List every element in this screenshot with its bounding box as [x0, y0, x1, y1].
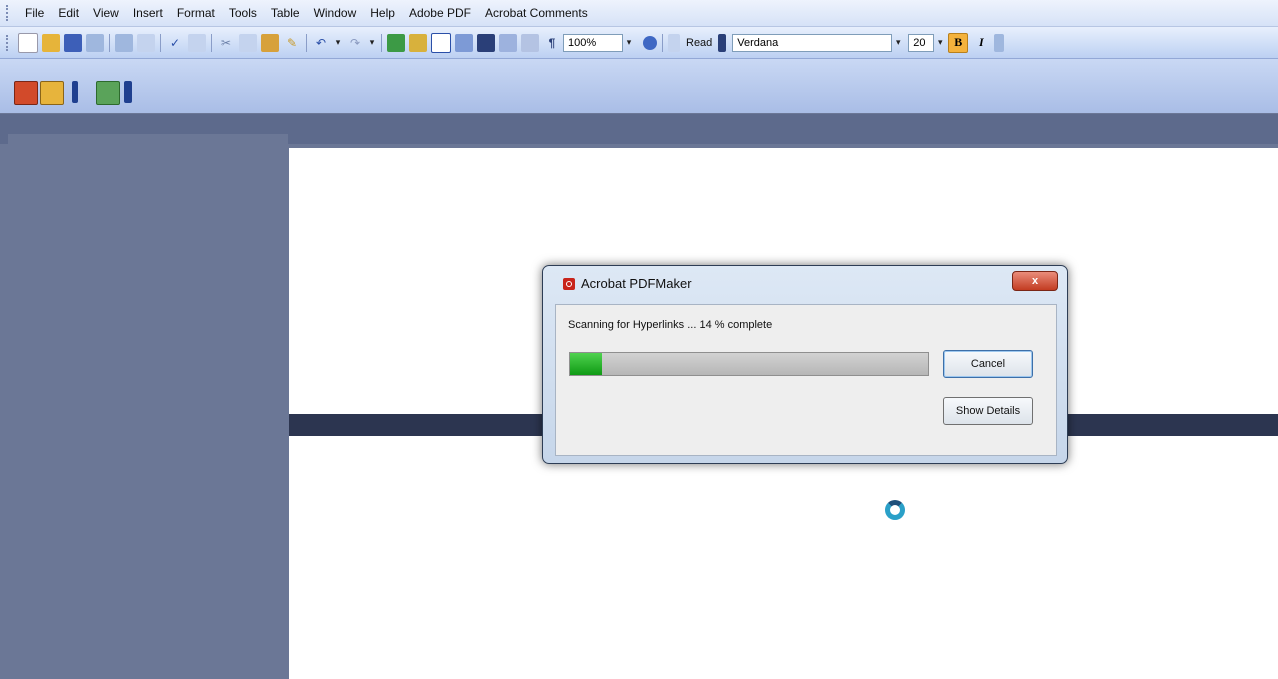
toolbar-grip[interactable]: [72, 81, 78, 103]
toolbar-separator: [211, 33, 212, 52]
zoom-dropdown-icon[interactable]: ▾: [623, 34, 635, 52]
pdfmaker-dialog: Acrobat PDFMaker x Scanning for Hyperlin…: [542, 265, 1068, 464]
show-details-button[interactable]: Show Details: [943, 397, 1033, 425]
hyperlink-icon[interactable]: [387, 33, 405, 52]
toolbar-grip[interactable]: [6, 5, 12, 21]
print-preview-icon[interactable]: [137, 33, 155, 52]
toolbar-grip[interactable]: [124, 81, 132, 103]
convert-and-email-icon[interactable]: [40, 81, 64, 105]
dialog-body: Scanning for Hyperlinks ... 14 % complet…: [555, 304, 1057, 456]
dialog-title: Acrobat PDFMaker: [581, 276, 692, 291]
document-page[interactable]: [289, 436, 1278, 679]
show-hide-icon[interactable]: ¶: [543, 34, 561, 52]
standard-toolbar: ✓ ✂ ✎ ↶ ▾ ↷ ▾ ¶ 100% ▾ Read Verdana ▾ 20…: [0, 27, 1278, 59]
menu-insert[interactable]: Insert: [126, 6, 170, 20]
menu-file[interactable]: File: [18, 6, 51, 20]
copy-icon[interactable]: [239, 33, 257, 52]
italic-button[interactable]: I: [972, 34, 990, 52]
redo-dropdown-icon[interactable]: ▾: [366, 34, 378, 52]
pdf-toolbar-buttons: [0, 59, 160, 114]
progress-bar: [569, 352, 929, 376]
menu-help[interactable]: Help: [363, 6, 402, 20]
print-icon[interactable]: [115, 33, 133, 52]
acrobat-icon: [563, 277, 575, 290]
pdf-toolbar: [0, 59, 1278, 113]
font-dropdown-icon[interactable]: ▾: [892, 34, 904, 52]
cancel-button[interactable]: Cancel: [943, 350, 1033, 378]
toolbar-separator: [662, 33, 663, 52]
font-size-dropdown-icon[interactable]: ▾: [934, 34, 946, 52]
insert-excel-icon[interactable]: [455, 33, 473, 52]
menu-adobe-pdf[interactable]: Adobe PDF: [402, 6, 478, 20]
drawing-icon[interactable]: [499, 33, 517, 52]
help-icon[interactable]: [643, 35, 657, 50]
bold-button[interactable]: B: [948, 32, 969, 53]
menu-format[interactable]: Format: [170, 6, 222, 20]
progress-fill: [570, 353, 603, 375]
font-select[interactable]: Verdana: [732, 33, 893, 52]
left-pane: [8, 134, 288, 679]
open-folder-icon[interactable]: [42, 33, 60, 52]
columns-icon[interactable]: [477, 33, 495, 52]
menu-edit[interactable]: Edit: [51, 6, 86, 20]
dialog-title-bar: Acrobat PDFMaker: [563, 276, 692, 291]
toolbar-separator: [109, 33, 110, 52]
read-icon[interactable]: [668, 33, 680, 52]
undo-dropdown-icon[interactable]: ▾: [332, 34, 344, 52]
save-icon[interactable]: [64, 33, 82, 52]
font-size-select[interactable]: 20: [908, 33, 935, 52]
toolbar-separator: [160, 33, 161, 52]
toolbar-separator: [381, 33, 382, 52]
document-map-icon[interactable]: [521, 33, 539, 52]
toolbar-separator: [306, 33, 307, 52]
menu-tools[interactable]: Tools: [222, 6, 264, 20]
research-icon[interactable]: [188, 33, 206, 52]
convert-to-pdf-icon[interactable]: [14, 81, 38, 105]
undo-icon[interactable]: ↶: [312, 34, 330, 52]
underline-icon[interactable]: [994, 33, 1005, 52]
menu-view[interactable]: View: [86, 6, 126, 20]
close-button[interactable]: x: [1012, 271, 1058, 291]
spelling-icon[interactable]: ✓: [166, 34, 184, 52]
permission-icon[interactable]: [86, 33, 104, 52]
insert-table-icon[interactable]: [431, 32, 451, 53]
menu-table[interactable]: Table: [264, 6, 307, 20]
cut-icon[interactable]: ✂: [217, 34, 235, 52]
toolbar-grip[interactable]: [718, 33, 727, 52]
menu-window[interactable]: Window: [307, 6, 364, 20]
zoom-select[interactable]: 100%: [563, 33, 623, 52]
redo-icon[interactable]: ↷: [346, 34, 364, 52]
toolbar-grip[interactable]: [6, 34, 12, 51]
tables-borders-icon[interactable]: [409, 33, 427, 52]
status-text: Scanning for Hyperlinks ... 14 % complet…: [568, 319, 773, 331]
menu-acrobat-comments[interactable]: Acrobat Comments: [478, 6, 595, 20]
new-document-icon[interactable]: [18, 32, 38, 53]
convert-and-review-icon[interactable]: [96, 81, 120, 105]
read-button[interactable]: Read: [682, 37, 716, 49]
format-painter-icon[interactable]: ✎: [283, 34, 301, 52]
paste-icon[interactable]: [261, 33, 279, 52]
menu-bar: File Edit View Insert Format Tools Table…: [0, 0, 1278, 27]
busy-spinner-icon: [885, 500, 905, 520]
